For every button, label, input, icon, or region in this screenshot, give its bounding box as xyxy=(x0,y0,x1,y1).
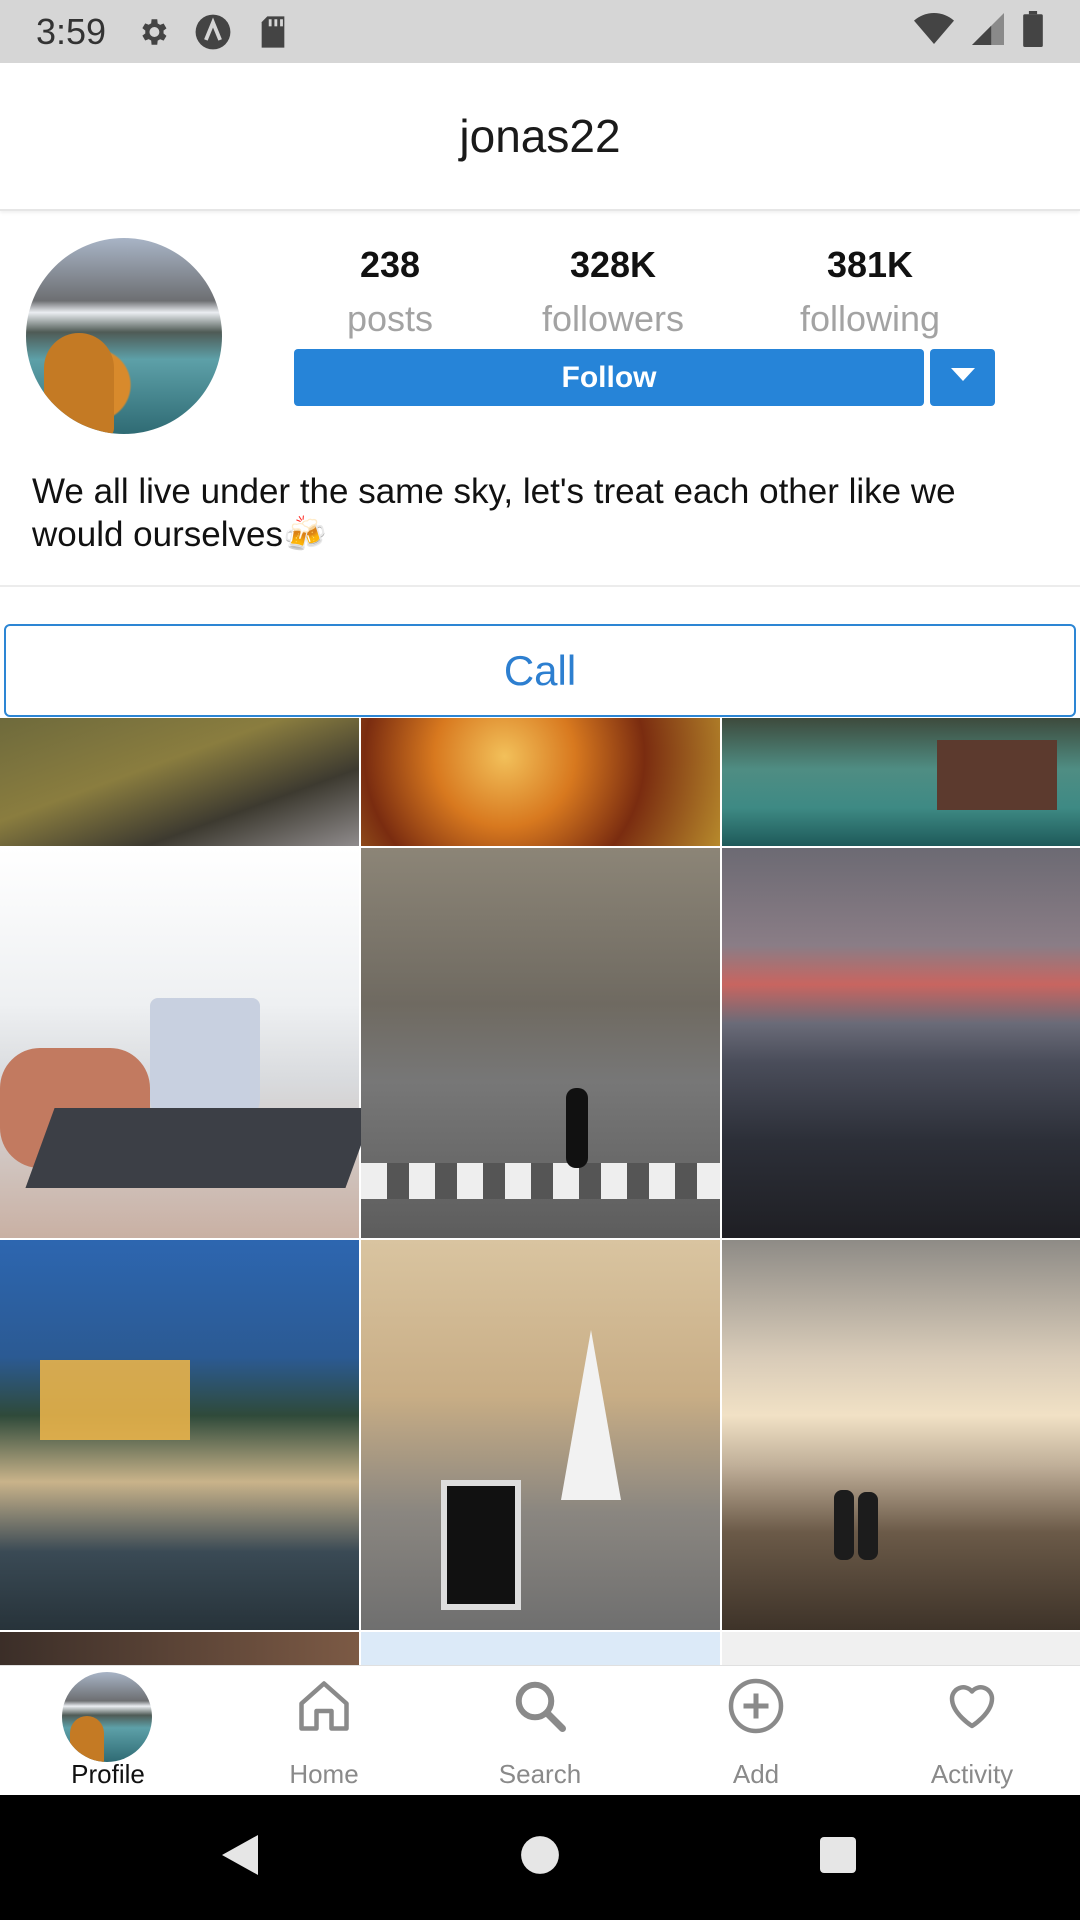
back-button[interactable] xyxy=(180,1795,300,1920)
profile-avatar[interactable] xyxy=(26,238,222,434)
back-triangle-icon xyxy=(218,1831,262,1884)
chalkboard-shape xyxy=(441,1480,521,1610)
caret-down-icon xyxy=(950,368,975,387)
following-stat[interactable]: 381K following xyxy=(770,244,970,340)
grid-photo-partial-3[interactable] xyxy=(722,1632,1080,1665)
crosswalk-shape xyxy=(361,1163,720,1199)
recents-button[interactable] xyxy=(778,1795,898,1920)
home-circle-icon xyxy=(519,1834,561,1881)
follow-button[interactable]: Follow xyxy=(294,349,924,406)
battery-icon xyxy=(1022,11,1044,52)
heart-icon xyxy=(942,1676,1002,1736)
nav-item-profile[interactable]: Profile xyxy=(0,1666,216,1796)
cabin-shape xyxy=(937,740,1057,810)
following-count: 381K xyxy=(826,244,914,285)
gear-icon xyxy=(134,13,172,51)
grid-photo-lake-cabin[interactable] xyxy=(722,718,1080,846)
person-shape-2 xyxy=(858,1492,878,1560)
posts-label: posts xyxy=(346,298,434,339)
nav-label-activity: Activity xyxy=(930,1759,1014,1789)
search-icon xyxy=(510,1676,570,1736)
umbrella-shape xyxy=(561,1330,621,1500)
following-label: following xyxy=(799,298,941,339)
followers-stat[interactable]: 328K followers xyxy=(513,244,713,340)
sd-card-icon xyxy=(254,13,292,51)
grid-photo-autumn-hair[interactable] xyxy=(361,718,720,846)
section-divider xyxy=(0,585,1080,587)
nav-label-home: Home xyxy=(289,1759,359,1789)
nav-label-add: Add xyxy=(732,1759,780,1789)
nav-item-add[interactable]: Add xyxy=(648,1666,864,1796)
status-bar: 3:59 xyxy=(0,0,1080,63)
followers-count: 328K xyxy=(569,244,657,285)
person-shape-1 xyxy=(834,1490,854,1560)
grid-photo-ocean-sunset[interactable] xyxy=(722,848,1080,1238)
follow-dropdown-button[interactable] xyxy=(930,349,995,406)
profile-username: jonas22 xyxy=(459,110,621,162)
status-time: 3:59 xyxy=(36,10,107,52)
grid-photo-laptop-coffee-mug[interactable] xyxy=(0,848,375,1238)
photo-grid xyxy=(0,718,1080,1665)
nav-label-profile: Profile xyxy=(71,1759,145,1789)
title-bar: jonas22 xyxy=(0,63,1080,211)
laptop-shape xyxy=(25,1108,375,1188)
grid-photo-partial-1[interactable] xyxy=(0,1632,359,1665)
followers-label: followers xyxy=(541,298,685,339)
signal-icon xyxy=(972,13,1004,50)
nav-item-search[interactable]: Search xyxy=(432,1666,648,1796)
home-icon xyxy=(294,1676,354,1736)
grid-photo-city-crosswalk[interactable] xyxy=(361,848,720,1238)
grid-photo-mountain-slope[interactable] xyxy=(0,718,359,846)
nav-item-home[interactable]: Home xyxy=(216,1666,432,1796)
profile-stats: 238 posts 328K followers 381K following xyxy=(290,244,1010,344)
posts-stat[interactable]: 238 posts xyxy=(290,244,490,340)
pedestrian-shape xyxy=(566,1088,588,1168)
posts-count: 238 xyxy=(359,244,421,285)
home-system-button[interactable] xyxy=(480,1795,600,1920)
profile-nav-avatar xyxy=(62,1672,152,1762)
grid-photo-paris-cafe[interactable] xyxy=(361,1240,720,1630)
nav-label-search: Search xyxy=(498,1759,582,1789)
profile-bio: We all live under the same sky, let's tr… xyxy=(32,472,956,554)
grid-photo-partial-2[interactable] xyxy=(361,1632,720,1665)
grid-photo-beach-resort-night[interactable] xyxy=(0,1240,359,1630)
grid-photo-beach-couple-sunset[interactable] xyxy=(722,1240,1080,1630)
add-circle-icon xyxy=(726,1676,786,1736)
recents-square-icon xyxy=(818,1835,858,1880)
system-navigation-bar xyxy=(0,1795,1080,1920)
bottom-navigation: Profile Home Search Add Activity xyxy=(0,1665,1080,1795)
call-button[interactable]: Call xyxy=(4,624,1076,717)
autofill-a-icon xyxy=(194,13,232,51)
nav-item-activity[interactable]: Activity xyxy=(864,1666,1080,1796)
resort-lights-shape xyxy=(40,1360,190,1440)
wifi-icon xyxy=(914,13,954,50)
